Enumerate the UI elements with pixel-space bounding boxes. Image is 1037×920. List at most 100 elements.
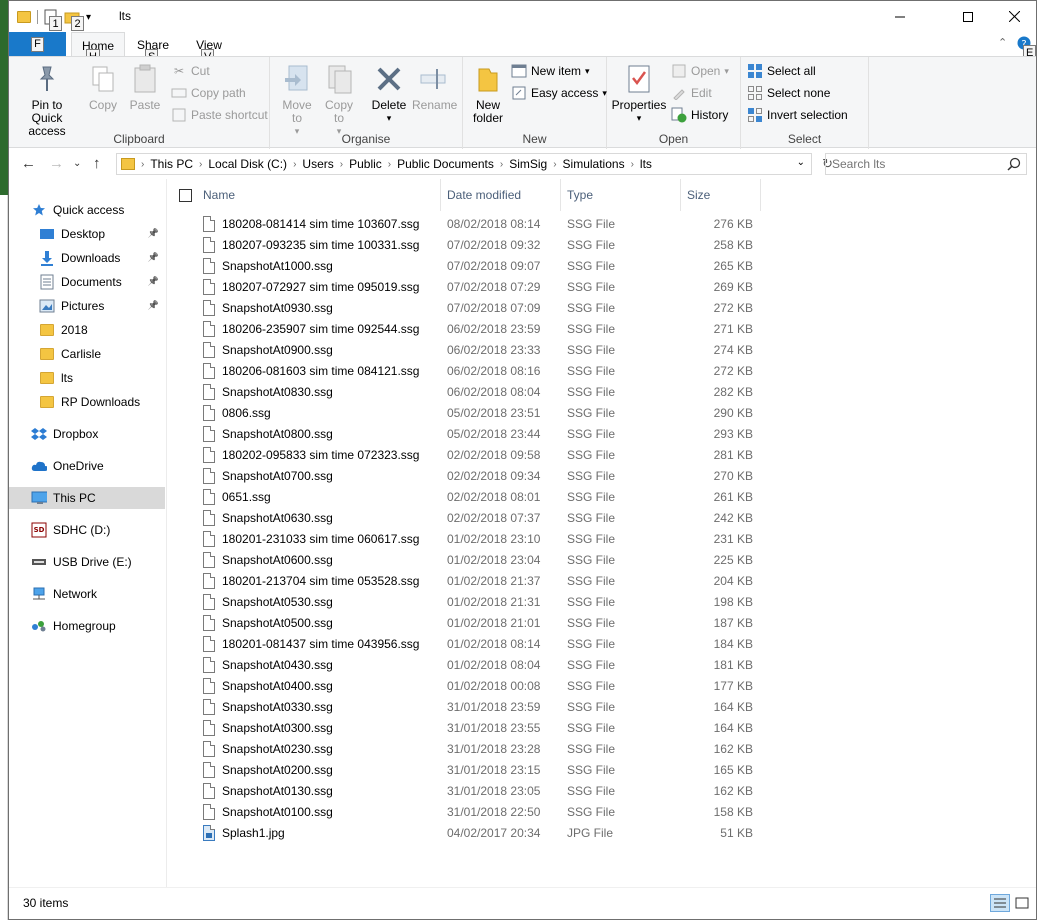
- column-date-modified[interactable]: Date modified: [441, 179, 561, 211]
- pin-to-quick-access-button[interactable]: Pin to Quick access: [15, 63, 79, 138]
- rename-button[interactable]: Rename: [412, 63, 457, 112]
- table-row[interactable]: SnapshotAt1000.ssg 07/02/2018 09:07 SSG Fi…: [167, 256, 1036, 277]
- sidebar-item-network[interactable]: Network: [9, 583, 165, 605]
- pin-icon[interactable]: 📌: [148, 276, 159, 287]
- sidebar-item-quick-access[interactable]: Quick access: [9, 199, 165, 221]
- copy-to-button[interactable]: Copy to ▾: [320, 63, 358, 138]
- address-dropdown-chevron-icon[interactable]: ⌄: [797, 157, 805, 168]
- close-button[interactable]: [991, 1, 1037, 32]
- sidebar-item-pictures[interactable]: Pictures 📌: [9, 295, 165, 317]
- table-row[interactable]: Splash1.jpg 04/02/2017 20:34 JPG File 51 KB: [167, 823, 1036, 844]
- forward-arrow-icon[interactable]: →: [49, 155, 64, 172]
- up-arrow-icon[interactable]: ↑: [93, 155, 101, 172]
- table-row[interactable]: 180201-231033 sim time 060617.ssg 01/02/2…: [167, 529, 1036, 550]
- open-button[interactable]: Open ▾: [671, 61, 729, 81]
- table-row[interactable]: SnapshotAt0630.ssg 02/02/2018 07:37 SSG Fi…: [167, 508, 1036, 529]
- sidebar-item-usb-drive-e[interactable]: USB Drive (E:): [9, 551, 165, 573]
- maximize-button[interactable]: [945, 1, 991, 32]
- table-row[interactable]: SnapshotAt0930.ssg 07/02/2018 07:09 SSG Fi…: [167, 298, 1036, 319]
- sidebar-item-rp-downloads[interactable]: RP Downloads: [9, 391, 165, 413]
- table-row[interactable]: SnapshotAt0400.ssg 01/02/2018 00:08 SSG Fi…: [167, 676, 1036, 697]
- table-row[interactable]: SnapshotAt0830.ssg 06/02/2018 08:04 SSG Fi…: [167, 382, 1036, 403]
- sidebar-item-onedrive[interactable]: OneDrive: [9, 455, 165, 477]
- table-row[interactable]: SnapshotAt0100.ssg 31/01/2018 22:50 SSG Fi…: [167, 802, 1036, 823]
- pin-icon[interactable]: 📌: [148, 300, 159, 311]
- table-row[interactable]: SnapshotAt0530.ssg 01/02/2018 21:31 SSG Fi…: [167, 592, 1036, 613]
- large-icons-view-button[interactable]: [1012, 894, 1032, 912]
- table-row[interactable]: 180206-235907 sim time 092544.ssg 06/02/2…: [167, 319, 1036, 340]
- table-row[interactable]: SnapshotAt0600.ssg 01/02/2018 23:04 SSG Fi…: [167, 550, 1036, 571]
- search-input[interactable]: [826, 154, 1002, 174]
- table-row[interactable]: 180207-093235 sim time 100331.ssg 07/02/2…: [167, 235, 1036, 256]
- sidebar-item-desktop[interactable]: Desktop 📌: [9, 223, 165, 245]
- copy-path-button[interactable]: Copy path: [171, 83, 246, 103]
- select-none-button[interactable]: Select none: [747, 83, 830, 103]
- table-row[interactable]: SnapshotAt0900.ssg 06/02/2018 23:33 SSG Fi…: [167, 340, 1036, 361]
- table-row[interactable]: 0651.ssg 02/02/2018 08:01 SSG File 261 KB: [167, 487, 1036, 508]
- back-arrow-icon[interactable]: ←: [21, 155, 36, 172]
- breadcrumb-item[interactable]: Local Disk (C:): [202, 157, 293, 171]
- file-name: 180207-072927 sim time 095019.ssg: [222, 280, 420, 294]
- new-folder-button[interactable]: New folder: [469, 63, 507, 125]
- copy-button[interactable]: Copy: [85, 63, 121, 112]
- table-row[interactable]: SnapshotAt0330.ssg 31/01/2018 23:59 SSG Fi…: [167, 697, 1036, 718]
- sidebar-item-carlisle[interactable]: Carlisle: [9, 343, 165, 365]
- breadcrumb-item[interactable]: SimSig: [503, 157, 553, 171]
- table-row[interactable]: SnapshotAt0130.ssg 31/01/2018 23:05 SSG Fi…: [167, 781, 1036, 802]
- breadcrumb-item[interactable]: Simulations: [557, 157, 631, 171]
- table-row[interactable]: 180207-072927 sim time 095019.ssg 07/02/2…: [167, 277, 1036, 298]
- column-size[interactable]: Size: [681, 179, 761, 211]
- column-name[interactable]: Name: [197, 179, 441, 211]
- history-button[interactable]: History: [671, 105, 728, 125]
- details-view-button[interactable]: [990, 894, 1010, 912]
- table-row[interactable]: 180202-095833 sim time 072323.ssg 02/02/2…: [167, 445, 1036, 466]
- move-to-button[interactable]: Move to ▾: [278, 63, 316, 138]
- breadcrumb-item[interactable]: Public: [343, 157, 388, 171]
- invert-selection-button[interactable]: Invert selection: [747, 105, 848, 125]
- table-row[interactable]: SnapshotAt0800.ssg 05/02/2018 23:44 SSG Fi…: [167, 424, 1036, 445]
- pin-icon[interactable]: 📌: [148, 228, 159, 239]
- recent-locations-chevron-icon[interactable]: ⌄: [73, 158, 81, 169]
- sidebar-item-sdhc-d[interactable]: SD SDHC (D:): [9, 519, 165, 541]
- paste-button[interactable]: Paste: [127, 63, 163, 112]
- collapse-ribbon-icon[interactable]: ⌃: [998, 36, 1007, 49]
- address-bar[interactable]: › This PC › Local Disk (C:) › Users › Public › Pu…: [116, 153, 833, 175]
- sidebar-item-documents[interactable]: Documents 📌: [9, 271, 165, 293]
- table-row[interactable]: 180208-081414 sim time 103607.ssg 08/02/2…: [167, 214, 1036, 235]
- table-row[interactable]: SnapshotAt0230.ssg 31/01/2018 23:28 SSG Fi…: [167, 739, 1036, 760]
- column-type[interactable]: Type: [561, 179, 681, 211]
- sidebar-item-2018[interactable]: 2018: [9, 319, 165, 341]
- paste-shortcut-button[interactable]: Paste shortcut: [171, 105, 268, 125]
- customize-toolbar-icon[interactable]: ▾: [86, 12, 91, 23]
- table-row[interactable]: 180201-213704 sim time 053528.ssg 01/02/2…: [167, 571, 1036, 592]
- sidebar-item-lts[interactable]: lts: [9, 367, 165, 389]
- table-row[interactable]: 0806.ssg 05/02/2018 23:51 SSG File 290 KB: [167, 403, 1036, 424]
- breadcrumb-item[interactable]: Public Documents: [391, 157, 500, 171]
- edit-button[interactable]: Edit: [671, 83, 712, 103]
- table-row[interactable]: SnapshotAt0300.ssg 31/01/2018 23:55 SSG Fi…: [167, 718, 1036, 739]
- sidebar-item-homegroup[interactable]: Homegroup: [9, 615, 165, 637]
- sidebar-item-this-pc[interactable]: This PC: [9, 487, 165, 509]
- table-row[interactable]: SnapshotAt0700.ssg 02/02/2018 09:34 SSG Fi…: [167, 466, 1036, 487]
- pin-icon[interactable]: 📌: [148, 252, 159, 263]
- select-all-button[interactable]: Select all: [747, 61, 816, 81]
- table-row[interactable]: SnapshotAt0500.ssg 01/02/2018 21:01 SSG Fi…: [167, 613, 1036, 634]
- sidebar-item-downloads[interactable]: Downloads 📌: [9, 247, 165, 269]
- new-item-button[interactable]: New item ▾: [511, 61, 590, 81]
- cut-button[interactable]: ✂ Cut: [171, 61, 210, 81]
- select-all-checkbox[interactable]: [179, 189, 192, 202]
- table-row[interactable]: SnapshotAt0200.ssg 31/01/2018 23:15 SSG Fi…: [167, 760, 1036, 781]
- sidebar-item-dropbox[interactable]: Dropbox: [9, 423, 165, 445]
- tab-file[interactable]: F: [9, 32, 66, 56]
- breadcrumb-item[interactable]: lts: [634, 157, 658, 171]
- table-row[interactable]: 180206-081603 sim time 084121.ssg 06/02/2…: [167, 361, 1036, 382]
- search-icon[interactable]: [1007, 157, 1021, 171]
- easy-access-button[interactable]: Easy access ▾: [511, 83, 607, 103]
- breadcrumb-item[interactable]: This PC: [144, 157, 199, 171]
- table-row[interactable]: SnapshotAt0430.ssg 01/02/2018 08:04 SSG Fi…: [167, 655, 1036, 676]
- properties-button[interactable]: Properties ▾: [611, 63, 667, 125]
- minimize-button[interactable]: [877, 1, 923, 32]
- delete-button[interactable]: Delete ▾: [370, 63, 408, 125]
- breadcrumb-item[interactable]: Users: [296, 157, 339, 171]
- table-row[interactable]: 180201-081437 sim time 043956.ssg 01/02/2…: [167, 634, 1036, 655]
